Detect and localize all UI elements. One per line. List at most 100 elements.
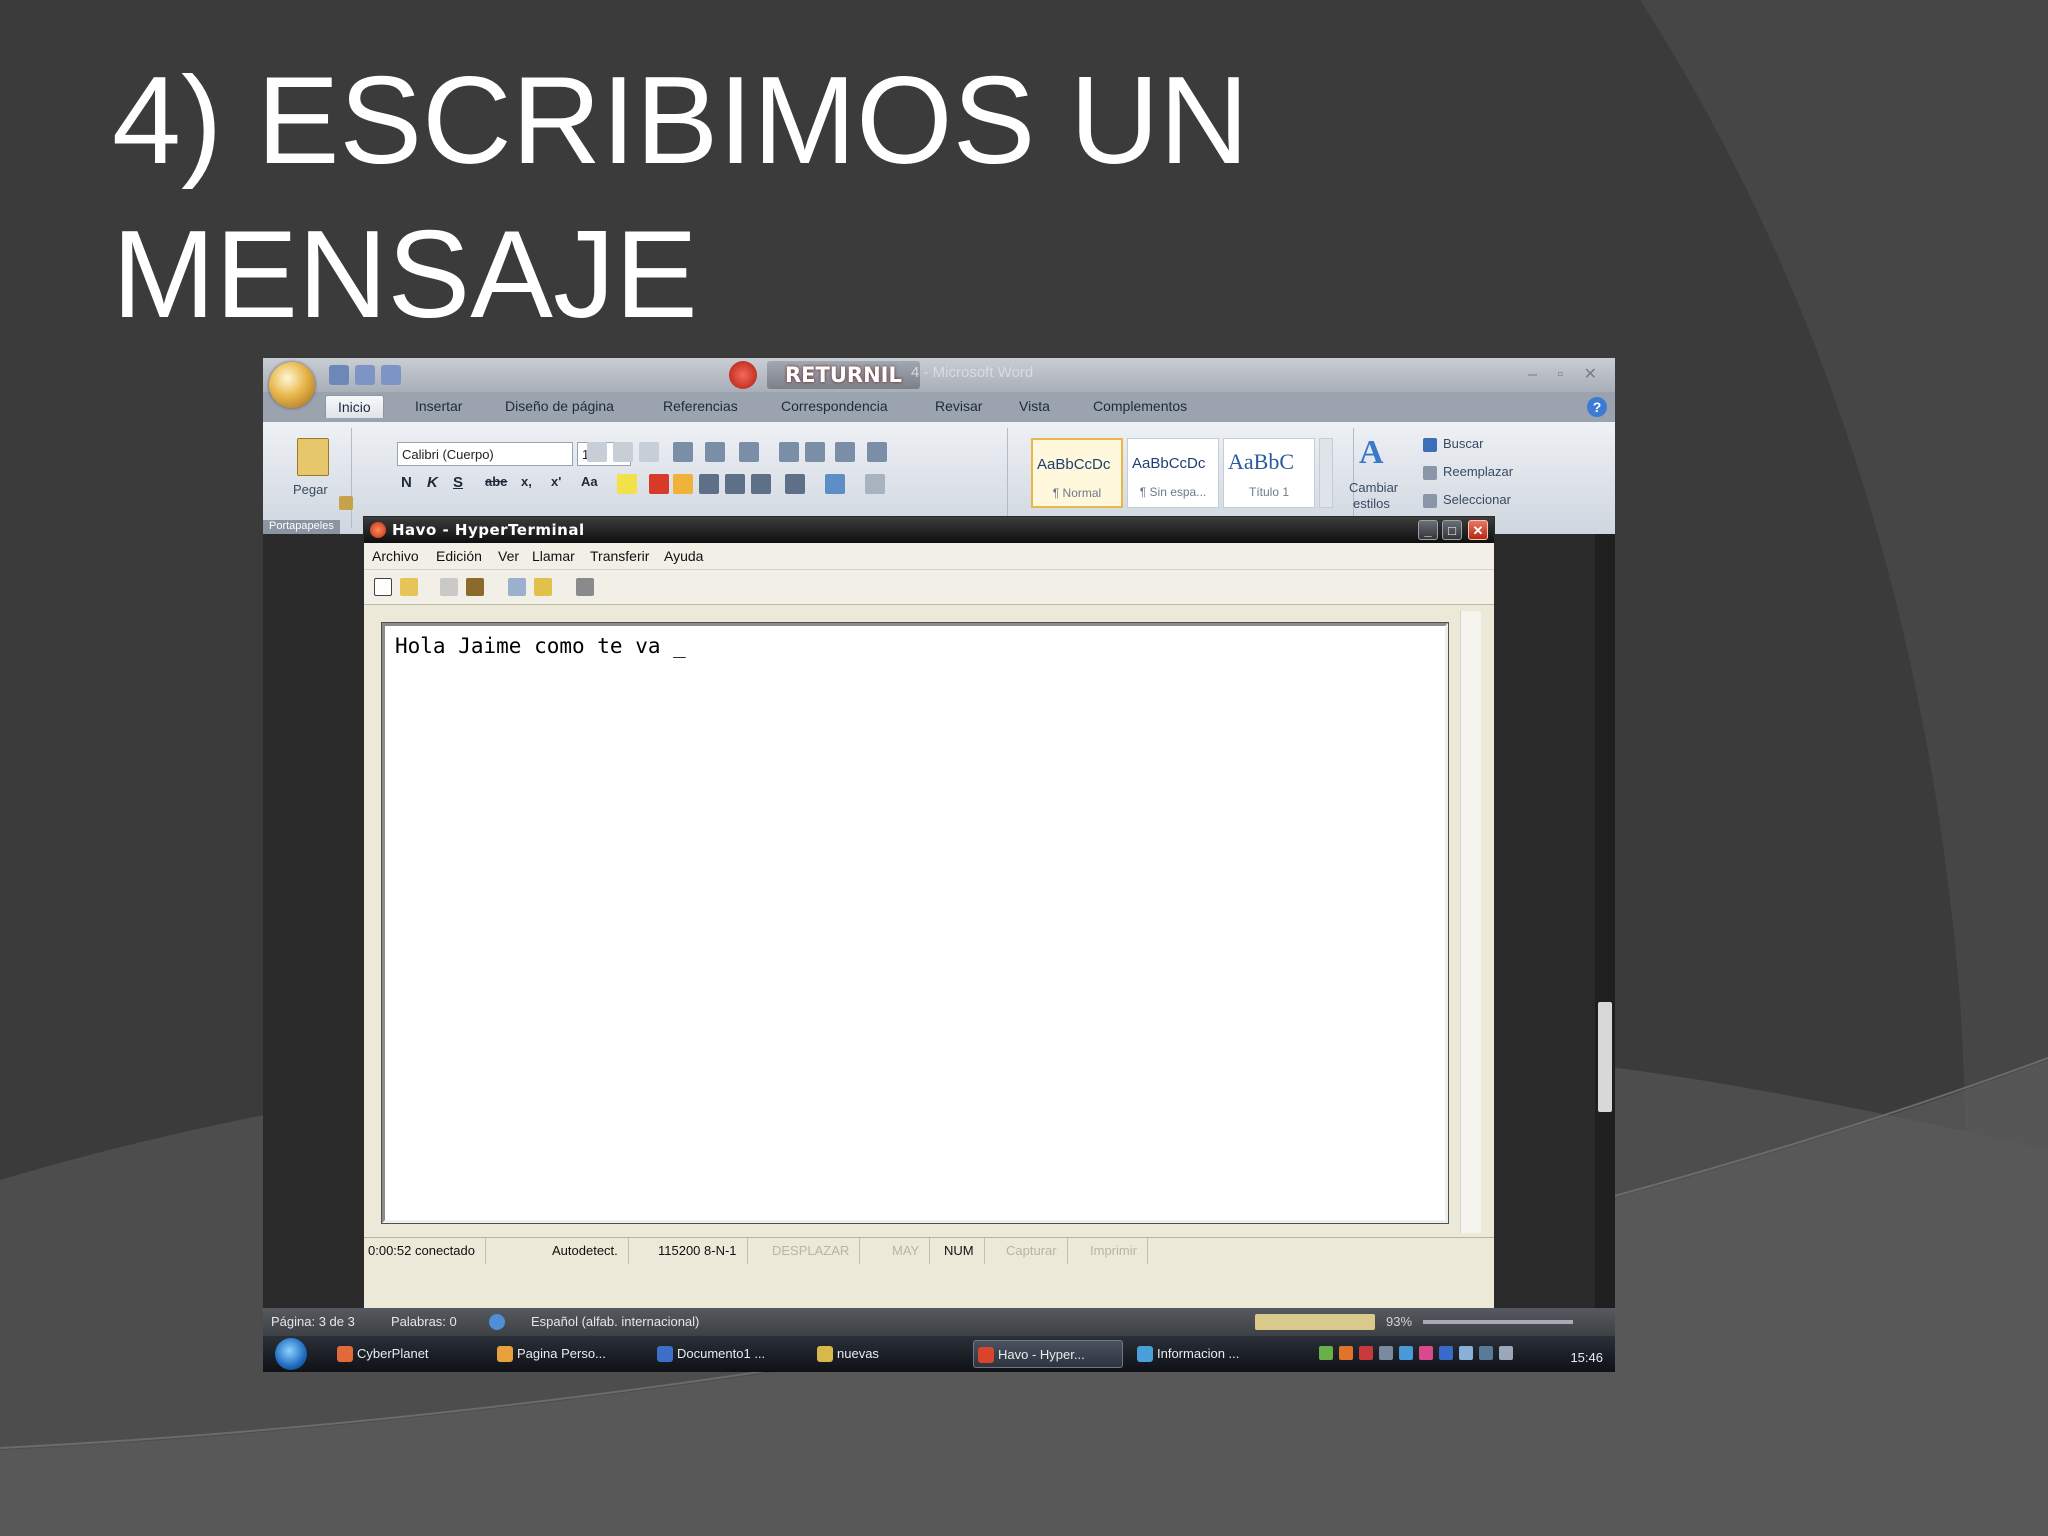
tray-icon[interactable]	[1319, 1346, 1333, 1360]
bold-button[interactable]: N	[401, 474, 412, 491]
tray-icon[interactable]	[1439, 1346, 1453, 1360]
change-styles-label-1[interactable]: Cambiar	[1349, 480, 1398, 495]
undo-icon[interactable]	[355, 365, 375, 385]
call-icon[interactable]	[466, 578, 484, 596]
view-buttons[interactable]	[1255, 1314, 1375, 1330]
find-button[interactable]: Buscar	[1443, 436, 1483, 451]
terminal-screen[interactable]: Hola Jaime como te va _	[381, 622, 1449, 1224]
receive-file-icon[interactable]	[534, 578, 552, 596]
strikethrough-button[interactable]: abe	[485, 474, 507, 489]
underline-button[interactable]: S	[453, 474, 463, 491]
line-spacing-icon[interactable]	[785, 474, 805, 494]
tab-correspondencia[interactable]: Correspondencia	[781, 398, 888, 414]
menu-edicion[interactable]: Edición	[436, 548, 482, 564]
language-status[interactable]: Español (alfab. internacional)	[531, 1308, 699, 1336]
tray-icon[interactable]	[1419, 1346, 1433, 1360]
borders-icon[interactable]	[865, 474, 885, 494]
tray-icon[interactable]	[1459, 1346, 1473, 1360]
select-button[interactable]: Seleccionar	[1443, 492, 1511, 507]
document-scrollbar[interactable]	[1595, 534, 1615, 1310]
menu-ver[interactable]: Ver	[498, 548, 519, 564]
taskbar-item-cyberplanet[interactable]: CyberPlanet	[333, 1340, 483, 1368]
increase-indent-icon[interactable]	[805, 442, 825, 462]
sort-icon[interactable]	[835, 442, 855, 462]
new-connection-icon[interactable]	[374, 578, 392, 596]
style-titulo-1[interactable]: AaBbC Título 1	[1223, 438, 1315, 508]
tab-referencias[interactable]: Referencias	[663, 398, 738, 414]
word-count[interactable]: Palabras: 0	[391, 1308, 457, 1336]
bullets-icon[interactable]	[673, 442, 693, 462]
tab-complementos[interactable]: Complementos	[1093, 398, 1187, 414]
change-styles-label-2[interactable]: estilos	[1353, 496, 1390, 511]
numbering-icon[interactable]	[705, 442, 725, 462]
zoom-level[interactable]: 93%	[1386, 1308, 1412, 1336]
italic-button[interactable]: K	[427, 474, 438, 491]
tab-diseno-pagina[interactable]: Diseño de página	[505, 398, 614, 414]
taskbar-item-documento[interactable]: Documento1 ...	[653, 1340, 803, 1368]
tab-insertar[interactable]: Insertar	[415, 398, 462, 414]
justify-icon[interactable]	[751, 474, 771, 494]
proofing-icon[interactable]	[489, 1314, 505, 1330]
help-icon[interactable]: ?	[1587, 397, 1607, 417]
font-color-icon[interactable]	[649, 474, 669, 494]
maximize-button[interactable]: □	[1442, 520, 1462, 540]
properties-icon[interactable]	[576, 578, 594, 596]
format-painter-icon[interactable]	[339, 496, 353, 510]
save-icon[interactable]	[329, 365, 349, 385]
align-left-icon[interactable]	[673, 474, 693, 494]
scrollbar-thumb[interactable]	[1598, 1002, 1612, 1112]
clear-format-icon[interactable]	[639, 442, 659, 462]
change-case-button[interactable]: Aa	[581, 474, 598, 489]
shrink-font-icon[interactable]	[613, 442, 633, 462]
decrease-indent-icon[interactable]	[779, 442, 799, 462]
tray-icon[interactable]	[1479, 1346, 1493, 1360]
redo-icon[interactable]	[381, 365, 401, 385]
replace-icon[interactable]	[1423, 466, 1437, 480]
menu-llamar[interactable]: Llamar	[532, 548, 575, 564]
start-button-icon[interactable]	[275, 1338, 307, 1370]
find-icon[interactable]	[1423, 438, 1437, 452]
select-icon[interactable]	[1423, 494, 1437, 508]
align-right-icon[interactable]	[725, 474, 745, 494]
taskbar-item-nuevas[interactable]: nuevas	[813, 1340, 963, 1368]
menu-archivo[interactable]: Archivo	[372, 548, 419, 564]
volume-icon[interactable]	[1499, 1346, 1513, 1360]
tray-icon[interactable]	[1359, 1346, 1373, 1360]
pilcrow-icon[interactable]	[867, 442, 887, 462]
tab-revisar[interactable]: Revisar	[935, 398, 982, 414]
office-button-icon[interactable]	[269, 362, 315, 408]
open-icon[interactable]	[400, 578, 418, 596]
clock[interactable]: 15:46	[1570, 1344, 1603, 1372]
superscript-button[interactable]: x'	[551, 474, 561, 489]
style-sin-espaciado[interactable]: AaBbCcDc ¶ Sin espa...	[1127, 438, 1219, 508]
menu-ayuda[interactable]: Ayuda	[664, 548, 703, 564]
tray-icon[interactable]	[1339, 1346, 1353, 1360]
close-button[interactable]: ✕	[1468, 520, 1488, 540]
taskbar-item-havo[interactable]: Havo - Hyper...	[973, 1340, 1123, 1368]
minimize-button[interactable]: _	[1418, 520, 1438, 540]
replace-button[interactable]: Reemplazar	[1443, 464, 1513, 479]
disconnect-icon[interactable]	[440, 578, 458, 596]
terminal-scrollbar[interactable]	[1460, 611, 1481, 1233]
style-normal[interactable]: AaBbCcDc ¶ Normal	[1031, 438, 1123, 508]
zoom-slider[interactable]	[1423, 1320, 1573, 1324]
tab-vista[interactable]: Vista	[1019, 398, 1050, 414]
tray-icon[interactable]	[1399, 1346, 1413, 1360]
paste-icon[interactable]	[297, 438, 329, 476]
send-file-icon[interactable]	[508, 578, 526, 596]
word-window-controls[interactable]: – ▫ ✕	[1528, 364, 1605, 384]
font-name-select[interactable]: Calibri (Cuerpo)	[397, 442, 573, 466]
styles-scroll[interactable]	[1319, 438, 1333, 508]
change-styles-icon[interactable]: A	[1359, 436, 1393, 470]
highlight-icon[interactable]	[617, 474, 637, 494]
taskbar-item-informacion[interactable]: Informacion ...	[1133, 1340, 1283, 1368]
taskbar-item-pagina[interactable]: Pagina Perso...	[493, 1340, 643, 1368]
page-count[interactable]: Página: 3 de 3	[271, 1308, 355, 1336]
tray-icon[interactable]	[1379, 1346, 1393, 1360]
subscript-button[interactable]: x,	[521, 474, 532, 489]
align-center-icon[interactable]	[699, 474, 719, 494]
grow-font-icon[interactable]	[587, 442, 607, 462]
multilevel-list-icon[interactable]	[739, 442, 759, 462]
paste-label[interactable]: Pegar	[293, 482, 328, 497]
tab-inicio[interactable]: Inicio	[325, 395, 384, 418]
